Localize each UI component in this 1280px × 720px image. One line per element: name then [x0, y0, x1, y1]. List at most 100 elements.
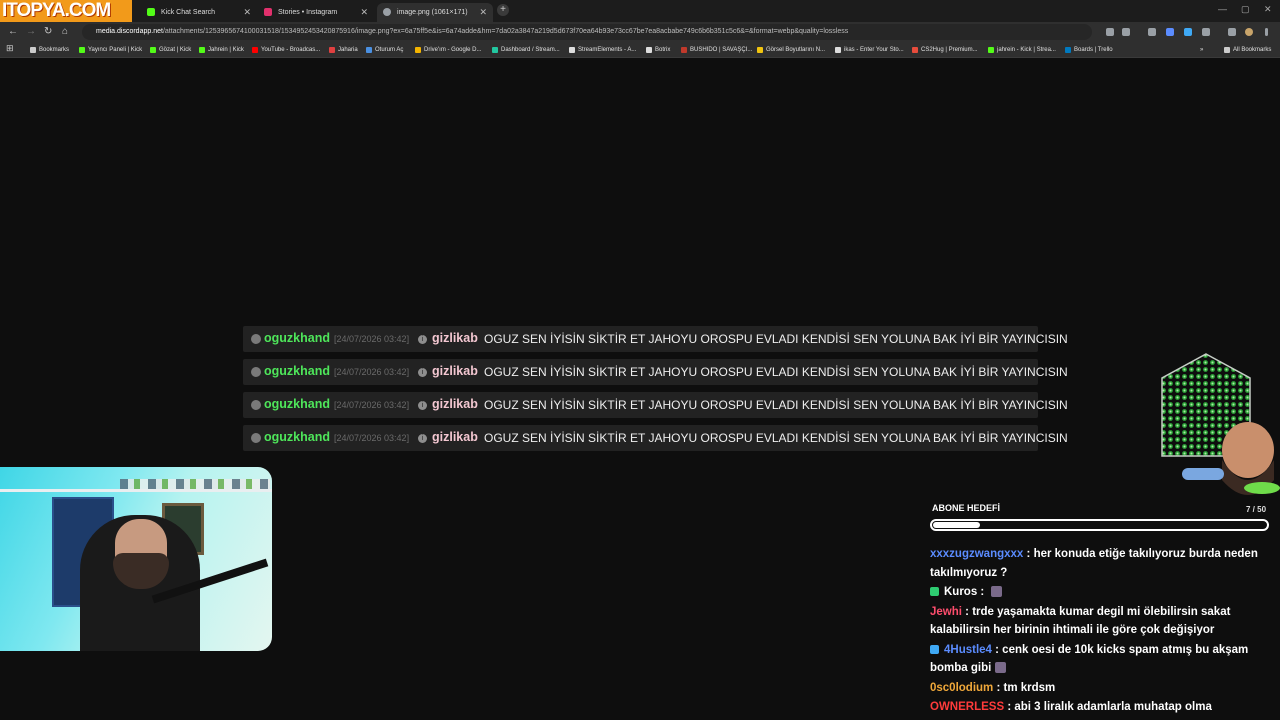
user-badge-icon [251, 367, 261, 377]
bookmark-label: Jahrein | Kick [208, 47, 244, 53]
tab-label: Kick Chat Search [161, 9, 216, 16]
address-bar[interactable]: media.discordapp.net/attachments/1253965… [82, 24, 1092, 40]
back-icon[interactable]: ← [8, 26, 18, 37]
sub-goal-label: ABONE HEDEFİ [932, 503, 1001, 513]
instagram-favicon-icon [264, 8, 272, 16]
bookmark-item[interactable]: jahrein - Kick | Strea... [988, 45, 1056, 55]
bookmark-label: Bookmarks [39, 47, 70, 53]
emote-icon [991, 586, 1003, 597]
bookmark-item[interactable]: ikas - Enter Your Sto... [835, 45, 904, 55]
chat-target-user: gizlikab [432, 430, 478, 444]
new-tab-button[interactable]: + [497, 4, 509, 16]
chat-row: oguzkhand [24/07/2026 03:42] i gizlikab … [243, 359, 1068, 385]
chat-row: oguzkhand [24/07/2026 03:42] i gizlikab … [243, 425, 1068, 451]
kick-icon [988, 47, 994, 53]
chat-message: OGUZ SEN İYİSİN SİKTİR ET JAHOYU OROSPU … [484, 332, 1068, 346]
tab-image-png[interactable]: image.png (1061×171) ✕ [377, 3, 493, 22]
stream-chat-username: 4Hustle4 [944, 643, 992, 656]
bookmark-item[interactable]: Gözat | Kick [150, 45, 191, 55]
bookmark-label: Drive'ım - Google D... [424, 47, 482, 53]
bookmark-item[interactable]: YouTube - Broadcas... [252, 45, 320, 55]
trello-icon [1065, 47, 1071, 53]
chat-timestamp: [24/07/2026 03:42] [334, 400, 410, 410]
bookmark-item[interactable]: Boards | Trello [1065, 45, 1113, 55]
bookmark-label: Dashboard / Stream... [501, 47, 560, 53]
bookmark-label: Jaharia [338, 47, 358, 53]
user-badge-icon [251, 334, 261, 344]
bookmark-item[interactable]: Bookmarks [30, 45, 69, 55]
user-badge-icon [930, 644, 939, 654]
all-bookmarks-folder[interactable]: All Bookmarks [1224, 45, 1271, 55]
chat-target-user: gizlikab [432, 397, 478, 411]
bookmark-item[interactable]: CS2Hug | Premium... [912, 45, 978, 55]
extension-icon[interactable] [1166, 28, 1174, 36]
stream-chat-message: Jewhi : trde yaşamakta kumar degil mi öl… [930, 603, 1275, 640]
forward-icon[interactable]: → [26, 26, 36, 37]
stream-chat-message: Kuros : [930, 583, 1275, 602]
bookmark-item[interactable]: Dashboard / Stream... [492, 45, 560, 55]
chat-row: oguzkhand [24/07/2026 03:42] i gizlikab … [243, 392, 1068, 418]
chat-timestamp: [24/07/2026 03:42] [334, 433, 410, 443]
bookmark-item[interactable]: Drive'ım - Google D... [415, 45, 482, 55]
kick-favicon-icon [147, 8, 155, 16]
bookmark-label: Botrix [655, 47, 671, 53]
tab-kick-chat-search[interactable]: Kick Chat Search ✕ [141, 3, 257, 22]
maximize-button[interactable]: ▢ [1241, 4, 1250, 15]
downloads-icon[interactable] [1228, 28, 1236, 36]
close-tab-icon[interactable]: ✕ [479, 3, 487, 22]
bookmark-item[interactable]: Görsel Boyutlarını N... [757, 45, 825, 55]
site-icon [681, 47, 687, 53]
menu-kebab-icon[interactable] [1265, 28, 1268, 36]
stream-chat-username: Kuros [944, 586, 978, 598]
info-icon: i [418, 434, 427, 443]
emote-icon [995, 662, 1007, 673]
chat-message: OGUZ SEN İYİSİN SİKTİR ET JAHOYU OROSPU … [484, 398, 1068, 412]
minimize-button[interactable]: — [1218, 4, 1227, 14]
url-path: /attachments/1253965674100031518/1534952… [162, 28, 849, 35]
bookmark-item[interactable]: Oturum Aç [366, 45, 403, 55]
extensions-puzzle-icon[interactable] [1202, 28, 1210, 36]
bookmark-item[interactable]: BUSHIDO | SAVAŞÇI... [681, 45, 752, 55]
reload-icon[interactable]: ↻ [44, 26, 52, 37]
bookmark-label: ikas - Enter Your Sto... [844, 47, 904, 53]
profile-avatar-icon[interactable] [1245, 28, 1253, 36]
bookmark-item[interactable]: Jaharia [329, 45, 358, 55]
extension-icon[interactable] [1148, 28, 1156, 36]
bookmark-label: jahrein - Kick | Strea... [997, 47, 1056, 53]
chat-message: OGUZ SEN İYİSİN SİKTİR ET JAHOYU OROSPU … [484, 365, 1068, 379]
sub-goal-progress-fill [933, 522, 980, 528]
close-window-button[interactable]: ✕ [1264, 4, 1272, 15]
stream-chat-username: Jewhi [930, 605, 962, 618]
more-bookmarks-icon[interactable]: » [1200, 45, 1203, 55]
bookmark-label: YouTube - Broadcas... [261, 47, 321, 53]
bookmark-item[interactable]: StreamElements - A... [569, 45, 636, 55]
zoom-icon[interactable] [1106, 28, 1114, 36]
bookmark-star-icon[interactable] [1122, 28, 1130, 36]
close-tab-icon[interactable]: ✕ [243, 3, 251, 22]
kick-icon [79, 47, 85, 53]
google-drive-icon [415, 47, 421, 53]
stream-chat-text: tm krdsm [1003, 681, 1056, 694]
bookmark-label: StreamElements - A... [578, 47, 637, 53]
tab-instagram-stories[interactable]: Stories • Instagram ✕ [258, 3, 374, 22]
colon-separator: : [991, 643, 1003, 656]
info-icon: i [418, 368, 427, 377]
extension-icon[interactable] [1184, 28, 1192, 36]
home-icon[interactable]: ⌂ [62, 26, 68, 37]
browser-tab-bar: ITOPYA.COM Kick Chat Search ✕ Stories • … [0, 0, 1280, 22]
sub-goal-progress-bar [930, 519, 1269, 531]
colon-separator: : [977, 586, 988, 598]
apps-grid-icon[interactable]: ⊞ [6, 43, 14, 54]
bookmark-label: CS2Hug | Premium... [921, 47, 978, 53]
info-icon: i [418, 401, 427, 410]
chat-message: OGUZ SEN İYİSİN SİKTİR ET JAHOYU OROSPU … [484, 431, 1068, 445]
colon-separator: : [961, 605, 973, 618]
info-icon: i [418, 335, 427, 344]
site-icon [757, 47, 763, 53]
bookmark-item[interactable]: Jahrein | Kick [199, 45, 244, 55]
tab-label: image.png (1061×171) [397, 9, 468, 16]
chat-username: oguzkhand [264, 331, 330, 345]
close-tab-icon[interactable]: ✕ [360, 3, 368, 22]
bookmark-item[interactable]: Botrix [646, 45, 670, 55]
bookmark-item[interactable]: Yayıncı Paneli | Kick [79, 45, 142, 55]
